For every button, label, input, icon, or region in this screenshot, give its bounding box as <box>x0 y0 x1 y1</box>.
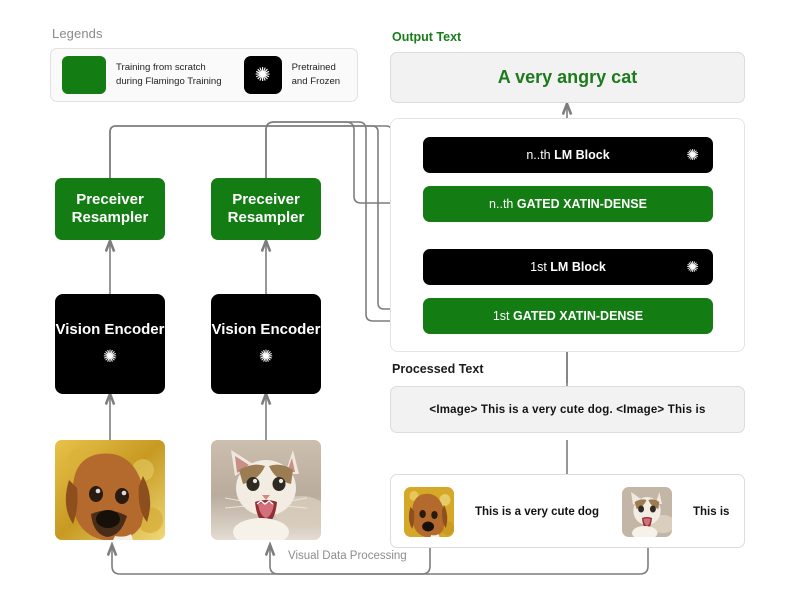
cat-photo <box>211 440 321 540</box>
snowflake-icon: ✺ <box>258 347 274 367</box>
lm-stack-panel: n..th LM Block ✺ n..th GATED XATIN-DENSE… <box>390 118 745 352</box>
first-gated-xattn-block[interactable]: 1st GATED XATIN-DENSE <box>423 298 713 334</box>
first-lm-block[interactable]: 1st LM Block ✺ <box>423 249 713 285</box>
processed-text-box: <Image> This is a very cute dog. <Image>… <box>390 386 745 433</box>
dog-photo-thumb <box>404 487 454 537</box>
perceiver-resampler-2-label: Preceiver Resampler <box>227 191 305 226</box>
green-swatch-icon <box>62 56 106 94</box>
input-item-1-text: This is <box>693 506 730 518</box>
legend-item-0-label: Training from scratch during Flamingo Tr… <box>116 62 222 87</box>
nth-lm-block[interactable]: n..th LM Block ✺ <box>423 137 713 173</box>
legend-box: Training from scratch during Flamingo Tr… <box>50 48 358 102</box>
vision-encoder-1[interactable]: Vision Encoder ✺ <box>55 294 165 394</box>
vision-encoder-2-label: Vision Encoder <box>211 320 321 338</box>
first-gated-xattn-label: 1st GATED XATIN-DENSE <box>492 309 644 323</box>
perceiver-resampler-2[interactable]: Preceiver Resampler <box>211 178 321 240</box>
snowflake-icon: ✺ <box>686 147 699 164</box>
nth-lm-block-label: n..th LM Block <box>526 148 610 162</box>
nth-gated-xattn-block[interactable]: n..th GATED XATIN-DENSE <box>423 186 713 222</box>
input-row-box: This is a very cute dog This is <box>390 474 745 548</box>
input-item-0-text: This is a very cute dog <box>475 506 599 518</box>
snowflake-icon: ✺ <box>686 259 699 276</box>
legends-title: Legends <box>52 26 103 41</box>
output-text-box: A very angry cat <box>390 52 745 103</box>
vision-encoder-1-label: Vision Encoder <box>55 320 165 338</box>
black-snowflake-swatch: ✺ <box>243 56 282 94</box>
cat-photo-thumb <box>622 487 672 537</box>
perceiver-resampler-1[interactable]: Preceiver Resampler <box>55 178 165 240</box>
snowflake-icon: ✺ <box>102 347 118 367</box>
dog-photo <box>55 440 165 540</box>
processed-text-caption: Processed Text <box>392 362 484 376</box>
nth-gated-xattn-label: n..th GATED XATIN-DENSE <box>489 197 647 211</box>
output-text-value: A very angry cat <box>497 67 638 87</box>
legend-item-1-label: Pretrained and Frozen <box>291 62 341 87</box>
diagram-canvas: Visual Data Processing Legends Training … <box>0 0 800 600</box>
vision-encoder-2[interactable]: Vision Encoder ✺ <box>211 294 321 394</box>
first-lm-block-label: 1st LM Block <box>530 260 606 274</box>
processed-text-value: <Image> This is a very cute dog. <Image>… <box>429 403 706 416</box>
perceiver-resampler-1-label: Preceiver Resampler <box>71 191 149 226</box>
visual-data-processing-label: Visual Data Processing <box>288 550 407 562</box>
output-text-caption: Output Text <box>392 30 462 44</box>
snowflake-icon: ✺ <box>254 64 271 86</box>
